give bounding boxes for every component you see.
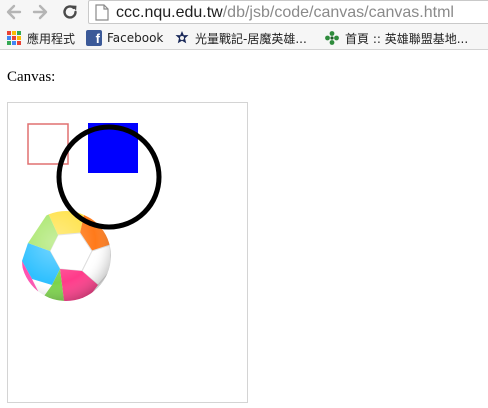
bookmark-label: 光量戰記-居魔英雄... (195, 31, 307, 46)
facebook-icon: f (86, 30, 102, 46)
address-bar[interactable]: ccc.nqu.edu.tw/db/jsb/code/canvas/canvas… (88, 0, 488, 24)
url-text: ccc.nqu.edu.tw/db/jsb/code/canvas/canvas… (116, 3, 454, 22)
url-path: /db/jsb/code/canvas/canvas.html (222, 4, 454, 21)
bookmark-apps[interactable]: 應用程式 (6, 29, 75, 47)
back-button[interactable] (4, 2, 24, 22)
apps-grid-icon (6, 30, 22, 46)
browser-toolbar: ccc.nqu.edu.tw/db/jsb/code/canvas/canvas… (0, 0, 488, 26)
league-icon (324, 30, 340, 46)
back-arrow-icon (6, 4, 22, 20)
forward-button[interactable] (30, 2, 50, 22)
bookmark-label: 首頁 :: 英雄聯盟基地... (345, 31, 469, 46)
url-host: ccc.nqu.edu.tw (116, 4, 223, 21)
bookmark-league-home[interactable]: 首頁 :: 英雄聯盟基地... (324, 29, 468, 47)
canvas-label: Canvas: (7, 69, 56, 85)
reload-button[interactable] (60, 2, 80, 22)
forward-arrow-icon (32, 4, 48, 20)
bookmark-label: 應用程式 (27, 31, 76, 46)
bookmarks-bar: 應用程式 f Facebook 光量戰記-居魔英雄... 首頁 :: 英雄聯盟基… (0, 26, 488, 50)
soccer-ball-image (21, 211, 111, 301)
canvas-element (7, 102, 248, 403)
site-logo-icon (174, 30, 190, 46)
canvas-drawing (21, 123, 162, 301)
bookmark-game-site[interactable]: 光量戰記-居魔英雄... (174, 29, 307, 47)
page-icon (95, 4, 109, 21)
reload-icon (63, 5, 77, 19)
bookmark-facebook[interactable]: f Facebook (86, 29, 163, 47)
bookmark-label: Facebook (107, 31, 164, 45)
